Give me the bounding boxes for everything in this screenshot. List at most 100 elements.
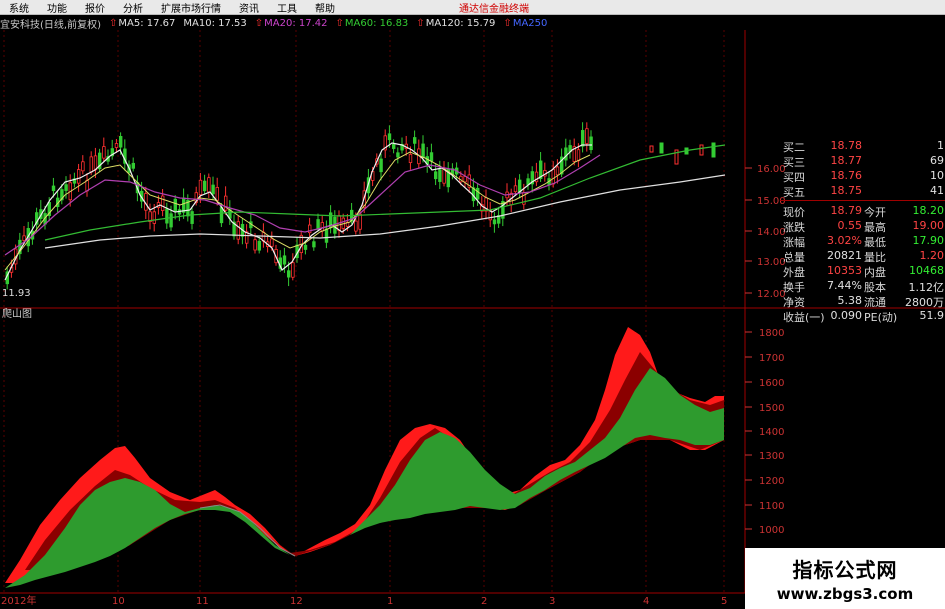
stat-value: 17.90 (912, 234, 945, 247)
candle-body (551, 168, 555, 185)
x-axis-label: 4 (643, 596, 649, 607)
watermark-logo: 指标公式网 www.zbgs3.com (745, 548, 945, 609)
candle-body (93, 155, 98, 171)
candle-body (152, 211, 156, 224)
candle-body (711, 142, 716, 158)
stat-value: 18.20 (912, 204, 945, 217)
indicator-title: 爬山图 (2, 308, 32, 320)
candle-body (165, 208, 169, 224)
candle-body (64, 184, 68, 191)
candle-body (429, 152, 434, 162)
indicator-tick: 1400 (759, 427, 784, 438)
order-price: 18.76 (830, 169, 863, 182)
divider (780, 200, 945, 201)
stat-value: 1.20 (919, 249, 945, 262)
candle-body (160, 195, 165, 211)
x-axis-label: 10 (112, 596, 125, 607)
candle-body (169, 213, 173, 228)
candle-body (354, 220, 358, 232)
candle-body (412, 137, 417, 144)
indicator-tick: 1700 (759, 353, 784, 364)
candle-body (190, 211, 194, 224)
candle-body (433, 171, 438, 180)
candle-body (421, 143, 425, 158)
order-qty: 10 (930, 169, 944, 182)
candle-body (89, 156, 93, 173)
candle-body (114, 143, 119, 148)
candle-body (257, 240, 261, 251)
candle-body (379, 158, 383, 173)
candle-body (291, 262, 295, 278)
x-axis-label: 3 (549, 596, 555, 607)
stat-value: 3.02% (827, 234, 862, 247)
quote-stat-row: 收益(一) 0.090 PE(动) 51.9 (780, 308, 945, 324)
candle-body (211, 184, 215, 195)
indicator-tick: 1300 (759, 451, 784, 462)
candle-body (438, 169, 442, 182)
stat-label: PE(动) (864, 311, 898, 324)
candle-body (408, 153, 413, 164)
indicator-tick: 1800 (759, 328, 784, 339)
candle-body (198, 179, 203, 196)
candle-body (131, 162, 135, 169)
order-price: 18.75 (830, 184, 863, 197)
watermark-url: www.zbgs3.com (776, 585, 914, 603)
order-row: 买二 18.78 1 (780, 138, 945, 154)
candle-body (219, 207, 224, 224)
candle-body (282, 255, 287, 265)
ma120-line (44, 174, 726, 249)
order-row: 买五 18.75 41 (780, 183, 945, 199)
indicator-tick: 1000 (759, 525, 784, 536)
candle-body (475, 187, 480, 200)
candle-body (581, 130, 585, 147)
candle-body (589, 136, 593, 151)
candle-body (324, 228, 329, 243)
stat-value: 0.090 (830, 309, 863, 322)
order-row: 买三 18.77 69 (780, 153, 945, 169)
indicator-tick: 1500 (759, 403, 784, 414)
order-price: 18.78 (830, 139, 863, 152)
quote-stat-row: 总量 20821 量比 1.20 (780, 248, 945, 264)
candle-body (442, 168, 446, 184)
candle-body (102, 146, 106, 159)
candle-body (236, 221, 240, 240)
candle-body (286, 270, 291, 278)
indicator-tick: 1100 (759, 501, 784, 512)
x-axis-label: 5 (721, 596, 727, 607)
candle-body (463, 176, 467, 183)
candle-body (659, 142, 664, 154)
watermark-title: 指标公式网 (792, 558, 898, 582)
stat-value: 7.44% (827, 279, 862, 292)
stat-value: 0.55 (837, 219, 863, 232)
stat-value: 18.79 (830, 204, 863, 217)
stat-value: 10353 (827, 264, 862, 277)
candle-body (387, 133, 392, 141)
candle-body (51, 185, 56, 192)
candle-body (396, 152, 400, 158)
candlestick-series (5, 122, 716, 290)
candle-body (391, 144, 396, 149)
quote-stat-row: 换手 7.44% 股本 1.12亿 (780, 278, 945, 294)
stat-value: 20821 (827, 249, 862, 262)
x-axis-label: 11 (196, 596, 209, 607)
order-qty: 41 (930, 184, 944, 197)
candle-body (649, 145, 654, 153)
candle-body (202, 180, 207, 192)
candle-body (173, 198, 177, 212)
candle-body (576, 149, 581, 162)
quote-stat-row: 外盘 10353 内盘 10468 (780, 263, 945, 279)
order-label: 买五 (783, 186, 805, 199)
order-qty: 69 (930, 154, 944, 167)
candle-body (303, 244, 308, 250)
x-axis-label: 2012年 (1, 594, 36, 607)
candle-body (22, 235, 26, 241)
order-row: 买四 18.76 10 (780, 168, 945, 184)
x-axis-label: 12 (290, 596, 303, 607)
candle-body (85, 180, 89, 192)
candle-body (119, 136, 123, 148)
candle-body (699, 144, 704, 156)
candle-body (77, 169, 81, 184)
order-qty: 1 (937, 139, 944, 152)
indicator-tick: 1200 (759, 476, 784, 487)
candle-body (585, 128, 589, 145)
